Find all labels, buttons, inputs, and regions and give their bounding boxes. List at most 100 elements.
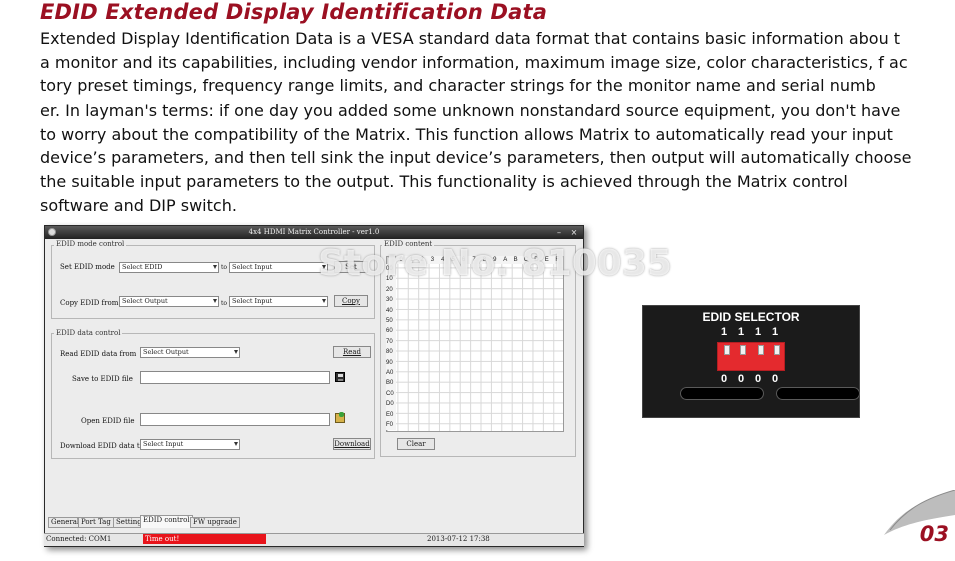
copy-edid-target-select[interactable]: Select Input [229, 296, 328, 307]
dip-label-bottom-3: 0 [755, 373, 762, 385]
edid-row-header: 00 [386, 264, 396, 275]
edid-row-header: 70 [386, 336, 396, 348]
tab-fw-upgrade[interactable]: FW upgrade [190, 517, 240, 528]
edid-row-header: A0 [386, 368, 396, 379]
chevron-down-icon [234, 442, 238, 446]
description-paragraph-2: er. In layman's terms: if one day you ad… [40, 101, 912, 215]
to-label-2: to [221, 300, 228, 307]
edid-column-header: F [552, 256, 563, 264]
dip-label-bottom-2: 0 [738, 373, 745, 385]
edid-column-header: 5 [448, 256, 459, 264]
dip-switch-3[interactable] [758, 345, 764, 355]
minimize-button[interactable]: – [553, 226, 565, 239]
dip-label-top-3: 1 [755, 326, 762, 338]
copy-edid-target-value: Select Input [232, 297, 273, 305]
edid-column-header: 9 [489, 256, 500, 264]
edid-mode-group-label: EDID mode control [54, 240, 127, 248]
edid-row-header: 40 [386, 305, 396, 316]
clear-button[interactable]: Clear [397, 438, 435, 450]
edid-data-group-label: EDID data control [54, 329, 123, 337]
edid-row-header: E0 [386, 409, 396, 420]
timeout-status: Time out! [143, 534, 266, 544]
open-edid-label: Open EDID file [81, 417, 135, 425]
edid-column-header: 2 [416, 256, 428, 264]
edid-content-group-label: EDID content [382, 240, 435, 248]
set-edid-target-value: Select Input [232, 263, 273, 271]
edid-column-header: E [541, 256, 552, 264]
edid-row-header: B0 [386, 378, 396, 389]
chevron-down-icon [213, 299, 217, 303]
dip-label-bottom-4: 0 [772, 373, 779, 385]
connection-status: Connected: COM1 [46, 535, 112, 543]
save-edid-path-field[interactable] [140, 371, 330, 384]
dip-switch-2[interactable] [740, 345, 746, 355]
open-edid-path-field[interactable] [140, 413, 330, 426]
edid-column-header: 0 [396, 256, 407, 264]
dip-switch-4[interactable] [774, 345, 780, 355]
tab-port-tag[interactable]: Port Tag [78, 517, 114, 528]
status-datetime: 2013-07-12 17:38 [427, 535, 490, 543]
chevron-down-icon [234, 350, 238, 354]
edid-row-header: 20 [386, 284, 396, 296]
dip-switch-1[interactable] [724, 345, 730, 355]
edid-row-header: 10 [386, 274, 396, 285]
edid-row-header: 50 [386, 316, 396, 327]
edid-row-header: 30 [386, 295, 396, 306]
download-edid-select-value: Select Input [143, 440, 184, 448]
read-edid-label: Read EDID data from [60, 350, 137, 358]
set-edid-target-select[interactable]: Select Input [229, 262, 328, 273]
edid-column-header: D [531, 256, 542, 264]
chevron-down-icon [322, 265, 326, 269]
edid-row-header: C0 [386, 388, 396, 400]
edid-column-header: C [520, 256, 532, 264]
save-disk-icon[interactable] [335, 372, 345, 382]
edid-row-header: D0 [386, 399, 396, 410]
edid-column-header: B [510, 256, 521, 264]
edid-row-header: 80 [386, 347, 396, 358]
close-button[interactable]: × [568, 226, 580, 239]
download-edid-select[interactable]: Select Input [140, 439, 240, 450]
to-label-1: to [221, 264, 228, 271]
set-button[interactable]: Set [334, 261, 368, 273]
set-edid-select-value: Select EDID [122, 263, 163, 271]
dip-label-top-2: 1 [738, 326, 745, 338]
chevron-down-icon [213, 265, 217, 269]
device-slot-right [776, 387, 860, 400]
edid-column-header: A [500, 256, 511, 264]
edid-content-grid[interactable] [386, 256, 564, 432]
page-heading: EDID Extended Display Identification Dat… [40, 0, 548, 24]
dip-label-bottom-1: 0 [721, 373, 728, 385]
download-edid-label: Download EDID data to [60, 442, 144, 450]
tab-edid-control[interactable]: EDID control [140, 515, 193, 528]
copy-edid-source-value: Select Output [122, 297, 168, 305]
edid-column-header: 3 [427, 256, 438, 264]
app-icon [48, 228, 56, 236]
device-slot-left [680, 387, 764, 400]
edid-row-header: 90 [386, 357, 396, 368]
edid-column-header: 1 [406, 256, 417, 264]
page-number: 03 [919, 522, 949, 546]
edid-column-header: 7 [468, 256, 480, 264]
set-edid-select[interactable]: Select EDID [119, 262, 219, 273]
window-title: 4x4 HDMI Matrix Controller - ver1.0 [248, 228, 380, 236]
open-folder-icon[interactable] [335, 412, 345, 423]
copy-edid-label: Copy EDID from [60, 299, 119, 307]
save-edid-label: Save to EDID file [72, 375, 133, 383]
device-label: EDID SELECTOR [702, 310, 800, 324]
edid-mode-group [51, 245, 375, 319]
edid-row-header: F0 [386, 420, 396, 431]
window-titlebar[interactable]: 4x4 HDMI Matrix Controller - ver1.0 – × [45, 226, 583, 239]
copy-edid-source-select[interactable]: Select Output [119, 296, 219, 307]
edid-row-header: 60 [386, 326, 396, 337]
read-button[interactable]: Read [333, 346, 371, 358]
dip-label-top-1: 1 [721, 326, 728, 338]
edid-column-header: 8 [479, 256, 490, 264]
status-bar [44, 533, 584, 546]
edid-column-header: 6 [458, 256, 469, 264]
copy-button[interactable]: Copy [334, 295, 368, 307]
chevron-down-icon [322, 299, 326, 303]
edid-column-header: 4 [437, 256, 448, 264]
download-button[interactable]: Download [333, 438, 371, 450]
set-edid-mode-label: Set EDID mode [60, 263, 115, 271]
read-edid-select[interactable]: Select Output [140, 347, 240, 358]
